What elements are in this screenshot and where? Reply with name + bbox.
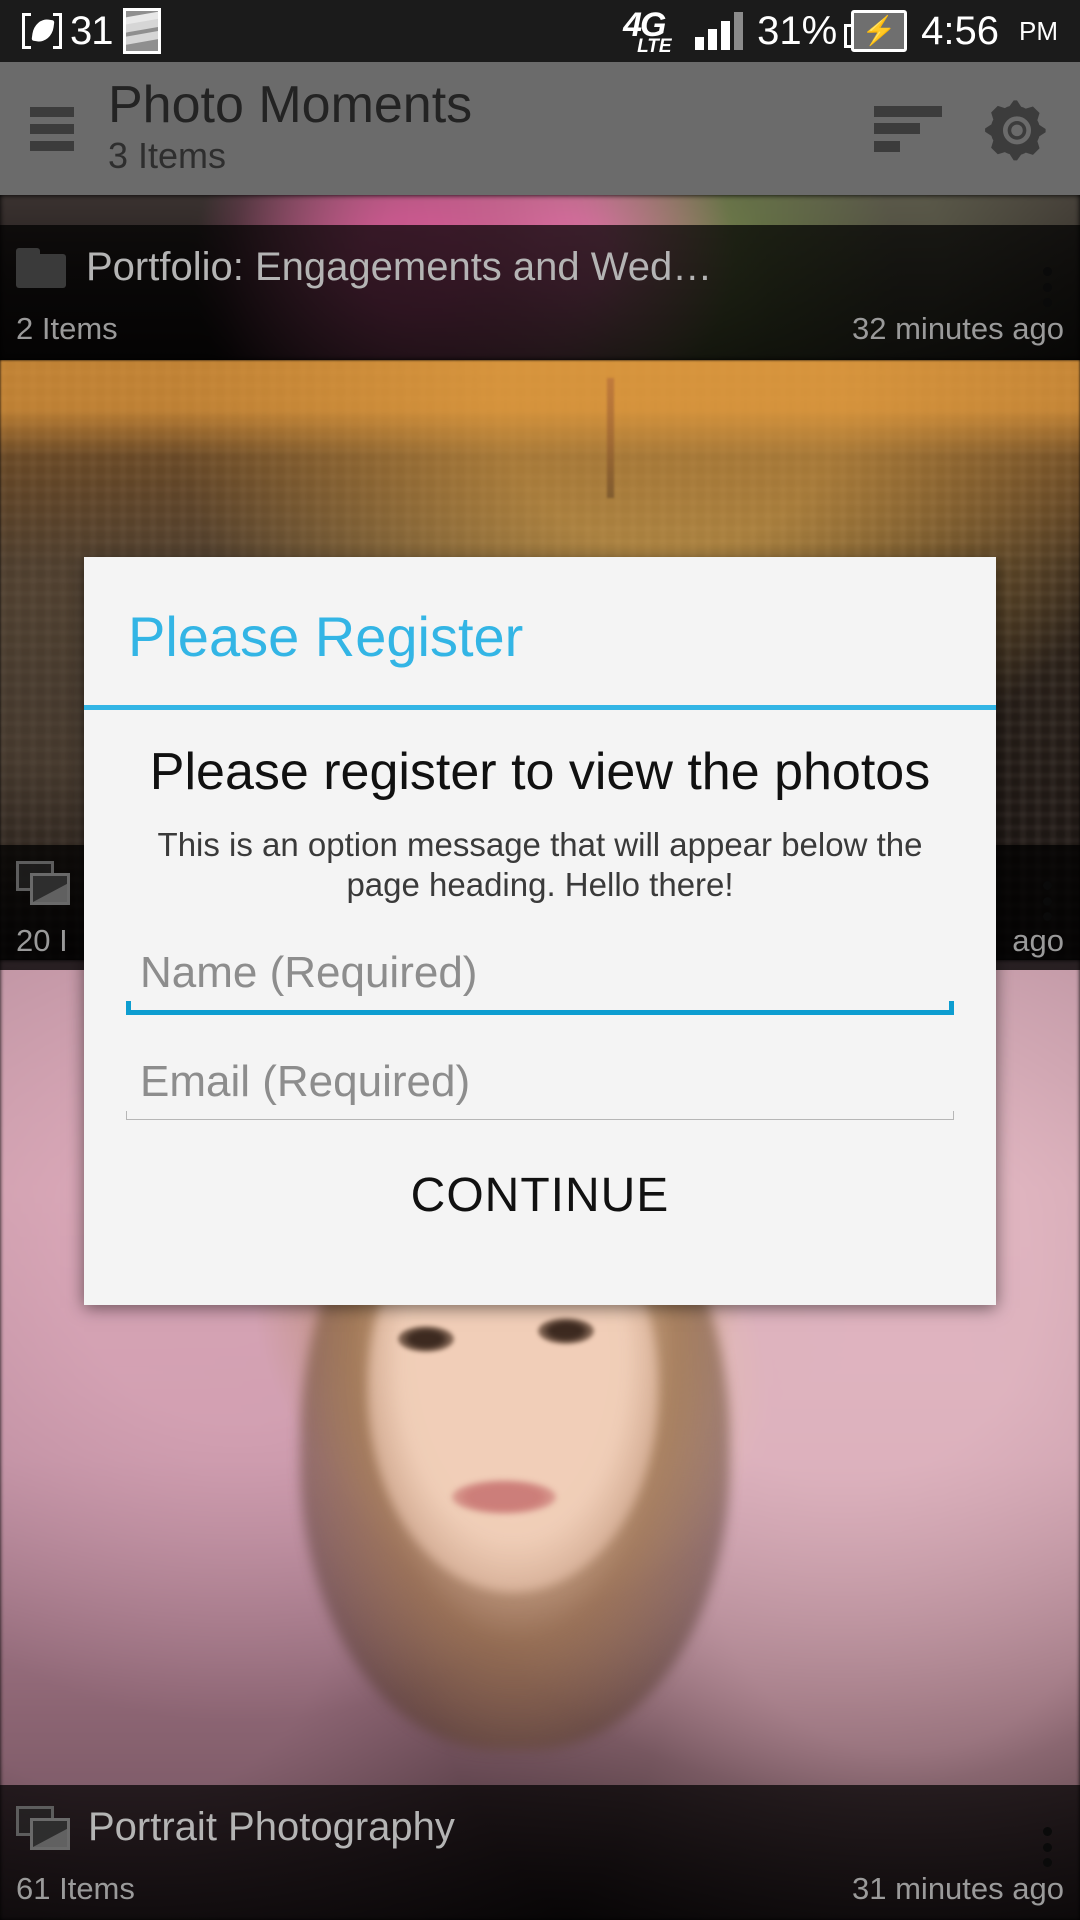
- gear-icon[interactable]: [984, 96, 1050, 162]
- register-dialog: Please Register Please register to view …: [84, 557, 996, 1305]
- list-item-count: 2 Items: [16, 311, 118, 346]
- dialog-actions: CONTINUE: [124, 1120, 956, 1279]
- list-item-title-line: Portrait Photography: [16, 1805, 1064, 1850]
- app-bar: Photo Moments 3 Items: [0, 62, 1080, 195]
- list-item-meta: 61 Items 31 minutes ago: [16, 1871, 1064, 1907]
- list-item-time: 31 minutes ago: [852, 1871, 1064, 1906]
- tower-detail: [607, 378, 614, 498]
- email-field-underline: [126, 1110, 954, 1120]
- dialog-message: Please register to view the photos: [149, 743, 931, 801]
- list-item-title: Portrait Photography: [88, 1805, 455, 1849]
- clock-ampm: PM: [1019, 15, 1058, 46]
- list-item[interactable]: Portfolio: Engagements and Wed… 2 Items …: [0, 225, 1080, 360]
- portrait-eye-left: [398, 1326, 454, 1352]
- list-item-title: Portfolio: Engagements and Wed…: [86, 245, 713, 289]
- network-type-icon: 4G LTE: [623, 6, 681, 57]
- list-item-meta: 2 Items 32 minutes ago: [16, 311, 1064, 347]
- dialog-sub-message: This is an option message that will appe…: [157, 826, 923, 904]
- status-bar: 31 4G LTE 31% ⚡ 4:56 PM: [0, 0, 1080, 62]
- email-input[interactable]: [126, 1048, 954, 1119]
- leaf-bracket-icon: [22, 13, 62, 49]
- email-field-wrapper: [124, 1048, 956, 1120]
- hamburger-menu-icon[interactable]: [30, 106, 74, 151]
- overflow-menu-icon[interactable]: [1043, 881, 1052, 921]
- list-item-count: 61 Items: [16, 1871, 135, 1906]
- name-field-underline: [126, 1000, 954, 1015]
- overflow-menu-icon[interactable]: [1043, 1827, 1052, 1867]
- list-item[interactable]: Portrait Photography 61 Items 31 minutes…: [0, 1785, 1080, 1920]
- name-field-wrapper: [124, 939, 956, 1015]
- sort-icon[interactable]: [874, 105, 942, 152]
- list-item-time: 32 minutes ago: [852, 311, 1064, 346]
- signal-bars-icon: [695, 12, 744, 50]
- dialog-header: Please Register: [84, 557, 996, 710]
- page-title: Photo Moments: [108, 76, 473, 135]
- app-bar-titles: Photo Moments 3 Items: [108, 79, 874, 177]
- dialog-title: Please Register: [128, 605, 524, 668]
- portrait-lips: [452, 1480, 556, 1514]
- phone-screen: Portfolio: Engagements and Wed… 2 Items …: [0, 0, 1080, 1920]
- folder-icon: [16, 247, 66, 288]
- list-item-time: ago: [1012, 923, 1064, 958]
- notification-count: 31: [70, 8, 113, 53]
- battery-percent: 31%: [757, 8, 838, 53]
- overflow-menu-icon[interactable]: [1043, 267, 1052, 307]
- continue-button[interactable]: CONTINUE: [391, 1162, 690, 1229]
- list-item-count: 20 I: [16, 923, 68, 958]
- portrait-eye-right: [538, 1318, 594, 1344]
- clock-time: 4:56: [921, 8, 999, 53]
- list-item-title-line: Portfolio: Engagements and Wed…: [16, 245, 1064, 290]
- dialog-body: Please register to view the photos This …: [84, 710, 996, 1305]
- album-stack-icon: [16, 861, 70, 905]
- battery-charging-icon: ⚡: [844, 10, 908, 52]
- page-subtitle: 3 Items: [108, 134, 227, 176]
- album-stack-icon: [16, 1805, 70, 1850]
- network-sub-label: LTE: [637, 36, 672, 57]
- sd-card-icon: [122, 8, 161, 54]
- name-input[interactable]: [126, 939, 954, 1010]
